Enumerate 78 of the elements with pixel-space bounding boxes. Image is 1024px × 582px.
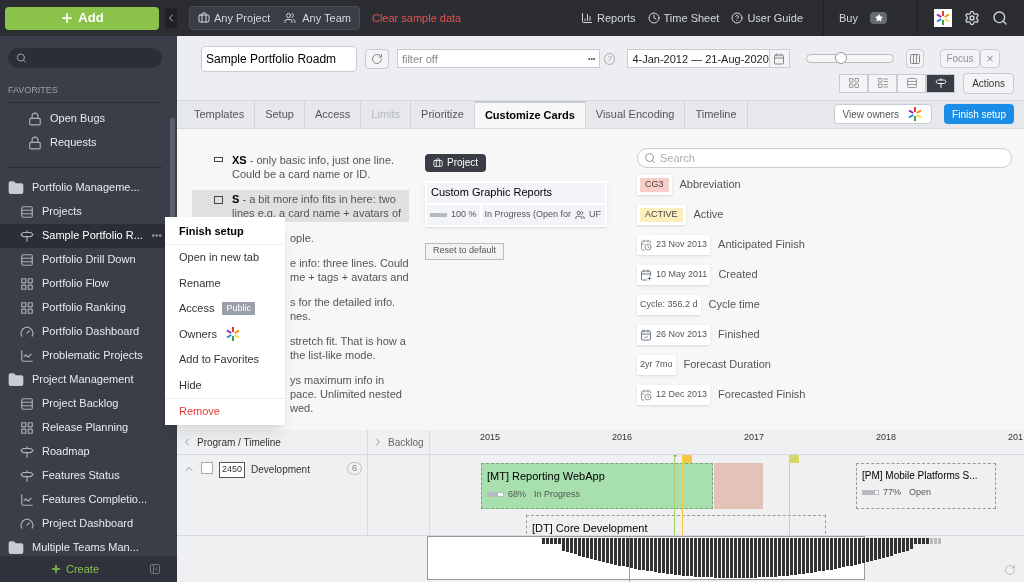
team-filter[interactable]: Any Team <box>302 9 351 27</box>
card-title: Custom Graphic Reports <box>427 182 605 203</box>
field-label: Forecast Duration <box>683 357 771 373</box>
progress-reading: 77% <box>883 486 901 499</box>
timeline-card[interactable]: [MT] Reporting WebApp 68% In Progress <box>481 463 713 509</box>
sidebar-item[interactable]: Project Dashboard <box>0 511 170 536</box>
clear-sample-data-link[interactable]: Clear sample data <box>371 9 462 27</box>
row-id: 2450 <box>219 462 246 478</box>
timeline-card[interactable]: [DT] Core Development <box>526 515 826 535</box>
card-state: In Progress <box>534 487 581 501</box>
field-sample[interactable]: ACTIVE <box>637 204 686 225</box>
year-label: 2018 <box>876 431 897 444</box>
menu-item[interactable]: Remove <box>165 397 285 423</box>
tab[interactable]: Visual Encoding <box>585 100 686 128</box>
project-filter[interactable]: Any Project <box>214 9 271 27</box>
field-label: Active <box>693 207 724 223</box>
field-sample[interactable]: 26 Nov 2013 <box>637 324 711 345</box>
card-title: [MT] Reporting WebApp <box>487 469 605 484</box>
year-label: 2017 <box>744 431 765 444</box>
field-label: Created <box>718 267 758 283</box>
timeline-card[interactable]: [PM] Mobile Platforms S... 77% Open <box>856 463 996 509</box>
project-team-filter[interactable]: Any Project Any Team <box>189 5 360 30</box>
field-label: Abbreviation <box>679 177 741 193</box>
sidebar-item[interactable]: Open Bugs <box>8 106 162 131</box>
actions-button[interactable]: Actions <box>963 72 1014 94</box>
menu-item[interactable]: Rename <box>165 270 285 296</box>
field-sample[interactable]: 10 May 2011 <box>637 264 711 285</box>
column-header: Program / Timeline <box>197 435 281 450</box>
field-sample[interactable]: 23 Nov 2013 <box>637 234 711 255</box>
progress-reading: 68% <box>508 487 526 501</box>
column-header: Backlog <box>388 435 424 450</box>
sidebar-item[interactable]: Features Completio... <box>0 487 170 512</box>
menu-item[interactable]: Finish setup <box>165 219 285 245</box>
menu-item[interactable]: Access Public <box>165 295 285 321</box>
card-type-label: Project <box>425 153 487 172</box>
topbar-link[interactable]: Time Sheet <box>647 9 720 27</box>
tab[interactable]: Setup <box>255 100 305 128</box>
field-label: Anticipated Finish <box>718 237 805 253</box>
view-owners-button[interactable]: View owners <box>833 104 933 125</box>
owner-initials: UF <box>589 208 602 221</box>
size-option[interactable]: XS - only basic info, just one line. Could be a card name or ID. <box>192 150 409 183</box>
buy-link[interactable]: Buy <box>839 9 858 27</box>
field-label: Forecasted Finish <box>718 387 806 403</box>
view-name-field[interactable]: Sample Portfolio Roadm <box>201 45 357 72</box>
tab[interactable]: Timeline <box>685 100 748 128</box>
tab[interactable]: Access <box>304 100 362 128</box>
row-name: Development <box>251 463 310 477</box>
field-sample[interactable]: CG3 <box>637 174 672 195</box>
field-sample[interactable]: Cycle: 356.2 d <box>637 294 701 315</box>
progress-reading: 100 % <box>451 208 477 221</box>
field-search[interactable]: Search <box>637 147 1012 168</box>
sidebar-folder[interactable]: Portfolio Manageme... <box>0 175 170 200</box>
section-label: FAVORITES <box>8 84 59 97</box>
year-label: 2015 <box>480 431 501 444</box>
more-icon[interactable]: ••• <box>151 228 162 243</box>
sidebar-item[interactable]: Features Status <box>0 463 170 488</box>
card-state: Open <box>909 486 932 499</box>
tab[interactable]: Customize Cards <box>474 100 586 128</box>
card-title: [PM] Mobile Platforms S... <box>862 469 978 483</box>
sidebar-item[interactable]: Requests <box>8 130 162 155</box>
field-sample[interactable]: 2yr 7mo <box>637 354 676 375</box>
reset-button[interactable]: Reset to default <box>425 242 505 260</box>
tab[interactable]: Prioritize <box>411 100 475 128</box>
sidebar-item[interactable]: Roadmap <box>0 439 170 464</box>
card-state: In Progress (Open for <box>484 208 572 221</box>
field-label: Finished <box>718 327 760 343</box>
sidebar-folder[interactable]: Multiple Teams Man... <box>0 535 170 560</box>
card-title: [DT] Core Development <box>532 521 648 535</box>
year-label: 2016 <box>612 431 633 444</box>
field-label: Cycle time <box>708 297 760 313</box>
date-range-field[interactable]: 4-Jan-2012 — 21-Aug-2020 <box>627 49 790 69</box>
tab[interactable]: Templates <box>184 100 256 128</box>
topbar-link[interactable]: User Guide <box>731 9 804 27</box>
access-badge: Public <box>222 301 255 315</box>
year-label: 201 <box>1008 431 1024 444</box>
size-option-text: XS - only basic info, just one line. Could be a card name or ID. <box>232 152 395 181</box>
topbar-link[interactable]: Reports <box>581 9 636 27</box>
field-sample[interactable]: 12 Dec 2013 <box>637 384 711 405</box>
